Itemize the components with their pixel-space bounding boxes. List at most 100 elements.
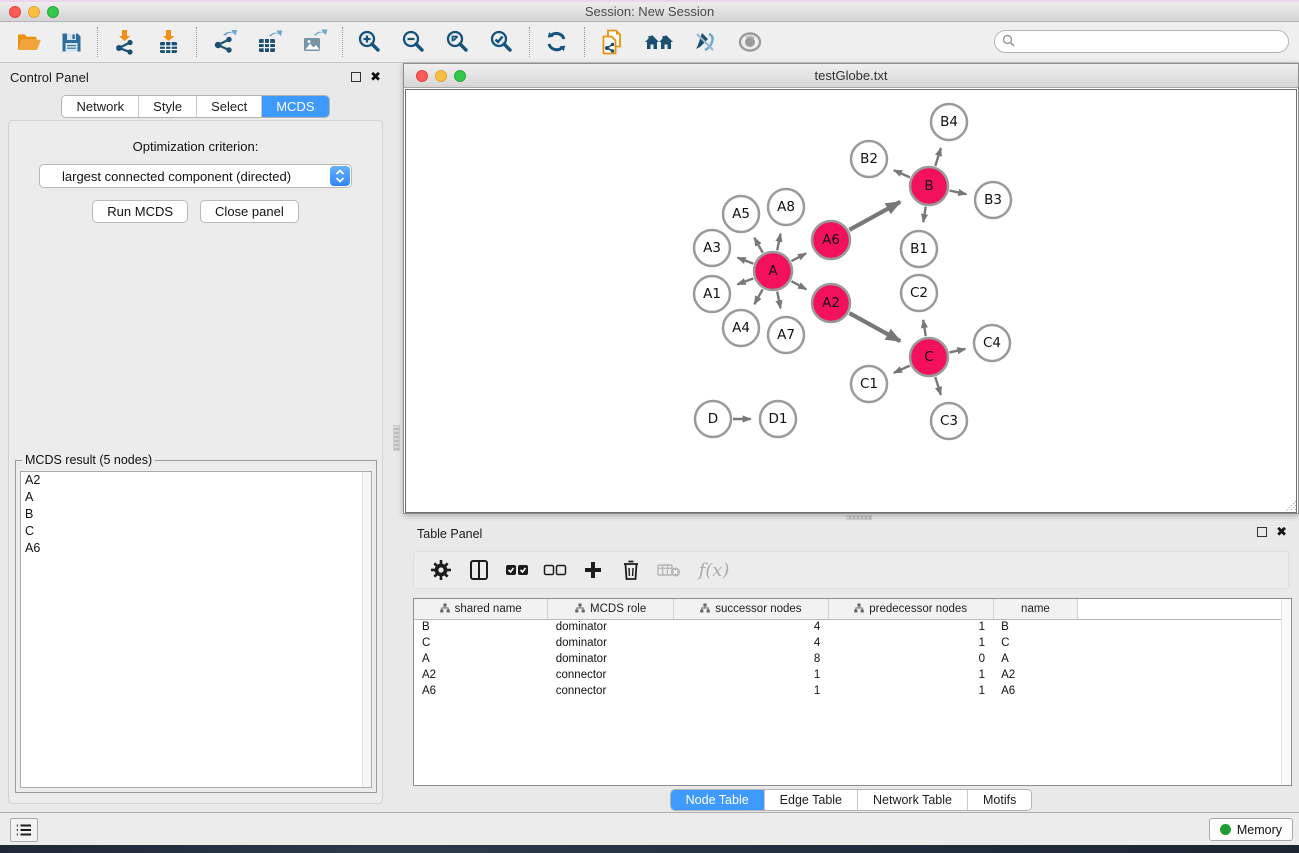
save-session-icon[interactable]: [51, 25, 92, 59]
node-A8[interactable]: A8: [768, 189, 804, 225]
table-row[interactable]: Adominator80A: [414, 651, 1291, 667]
control-tab-mcds[interactable]: MCDS: [262, 96, 328, 117]
column-header-predecessor-nodes[interactable]: predecessor nodes: [828, 599, 993, 619]
vertical-split-divider[interactable]: [391, 63, 403, 812]
select-all-columns-icon[interactable]: [500, 554, 534, 586]
node-B3[interactable]: B3: [975, 182, 1011, 218]
gear-icon[interactable]: [424, 554, 458, 586]
table-row[interactable]: A2connector11A2: [414, 667, 1291, 683]
table-row[interactable]: A6connector11A6: [414, 683, 1291, 699]
mcds-result-item[interactable]: A: [21, 489, 371, 506]
node-B2[interactable]: B2: [851, 141, 887, 177]
edge-B-B4[interactable]: [935, 148, 941, 166]
edge-A-A5[interactable]: [754, 238, 762, 253]
memory-button[interactable]: Memory: [1209, 818, 1293, 841]
node-A[interactable]: A: [754, 252, 792, 290]
mcds-list-scrollbar[interactable]: [362, 472, 371, 787]
node-C[interactable]: C: [910, 338, 948, 376]
node-A2[interactable]: A2: [812, 284, 850, 322]
search-input[interactable]: [994, 30, 1289, 53]
float-table-panel-icon[interactable]: [1257, 527, 1267, 537]
import-network-icon[interactable]: [103, 25, 147, 59]
column-header-successor-nodes[interactable]: successor nodes: [674, 599, 829, 619]
zoom-in-icon[interactable]: [348, 25, 392, 59]
close-window-button[interactable]: [9, 6, 21, 18]
tab-network-table[interactable]: Network Table: [858, 790, 968, 810]
node-A6[interactable]: A6: [812, 221, 850, 259]
edge-A2-C[interactable]: [849, 313, 900, 341]
column-header-shared-name[interactable]: shared name: [414, 599, 548, 619]
edge-A-A7[interactable]: [777, 292, 780, 309]
node-B[interactable]: B: [910, 167, 948, 205]
node-D1[interactable]: D1: [760, 401, 796, 437]
table-row[interactable]: Cdominator41C: [414, 635, 1291, 651]
edge-A-A8[interactable]: [777, 234, 780, 251]
duplicate-network-icon[interactable]: [590, 25, 635, 59]
show-hide-eye-icon[interactable]: [727, 25, 773, 59]
node-A4[interactable]: A4: [723, 310, 759, 346]
tab-motifs[interactable]: Motifs: [968, 790, 1031, 810]
network-canvas[interactable]: B4B2BB3A8A5A6A3B1AC2A1A2A4A7C4CC1DD1C3: [405, 89, 1297, 513]
network-window-titlebar[interactable]: testGlobe.txt: [404, 64, 1298, 88]
zoom-window-button[interactable]: [47, 6, 59, 18]
network-close-button[interactable]: [416, 70, 428, 82]
control-tab-style[interactable]: Style: [139, 96, 197, 117]
mcds-result-item[interactable]: C: [21, 523, 371, 540]
edge-B-B1[interactable]: [923, 207, 925, 222]
edge-B-B2[interactable]: [894, 170, 910, 177]
control-tab-network[interactable]: Network: [62, 96, 139, 117]
mcds-result-list[interactable]: A2ABCA6: [20, 471, 372, 788]
edge-A-A4[interactable]: [754, 289, 762, 304]
edge-C-C1[interactable]: [894, 366, 910, 373]
resize-grip-icon[interactable]: [1283, 498, 1297, 512]
edge-A-A2[interactable]: [791, 281, 806, 289]
zoom-fit-icon[interactable]: [436, 25, 480, 59]
node-B4[interactable]: B4: [931, 104, 967, 140]
open-file-icon[interactable]: [6, 25, 51, 59]
add-column-icon[interactable]: [576, 554, 610, 586]
edge-C-C3[interactable]: [935, 377, 941, 395]
node-table[interactable]: shared nameMCDS rolesuccessor nodesprede…: [413, 598, 1292, 786]
column-header-MCDS-role[interactable]: MCDS role: [548, 599, 674, 619]
network-zoom-button[interactable]: [454, 70, 466, 82]
edge-C-C4[interactable]: [949, 349, 965, 353]
edge-C-C2[interactable]: [923, 320, 926, 336]
unselect-all-columns-icon[interactable]: [538, 554, 572, 586]
task-history-button[interactable]: [10, 818, 38, 842]
edge-A-A6[interactable]: [792, 253, 807, 261]
tab-edge-table[interactable]: Edge Table: [765, 790, 858, 810]
node-C1[interactable]: C1: [851, 366, 887, 402]
export-table-icon[interactable]: [247, 25, 292, 59]
table-row[interactable]: Bdominator41B: [414, 619, 1291, 635]
export-network-icon[interactable]: [202, 25, 247, 59]
node-A3[interactable]: A3: [694, 230, 730, 266]
node-D[interactable]: D: [695, 401, 731, 437]
mcds-result-item[interactable]: A6: [21, 540, 371, 557]
minimize-window-button[interactable]: [28, 6, 40, 18]
split-columns-icon[interactable]: [462, 554, 496, 586]
homes-icon[interactable]: [635, 25, 683, 59]
network-minimize-button[interactable]: [435, 70, 447, 82]
edge-A-A3[interactable]: [737, 258, 753, 264]
refresh-icon[interactable]: [535, 25, 579, 59]
table-scrollbar[interactable]: [1281, 599, 1291, 785]
close-panel-button[interactable]: Close panel: [200, 200, 299, 223]
mcds-result-item[interactable]: A2: [21, 472, 371, 489]
node-C4[interactable]: C4: [974, 325, 1010, 361]
column-header-name[interactable]: name: [993, 599, 1078, 619]
horizontal-split-divider[interactable]: [403, 514, 1299, 521]
annotation-toggle-icon[interactable]: [683, 25, 727, 59]
run-mcds-button[interactable]: Run MCDS: [92, 200, 188, 223]
zoom-selected-icon[interactable]: [480, 25, 524, 59]
mcds-result-item[interactable]: B: [21, 506, 371, 523]
optimization-criterion-select[interactable]: largest connected component (directed): [39, 164, 352, 188]
edge-A6-B[interactable]: [849, 202, 900, 230]
close-table-panel-icon[interactable]: ✖: [1276, 527, 1287, 537]
node-A7[interactable]: A7: [768, 317, 804, 353]
control-tab-select[interactable]: Select: [197, 96, 262, 117]
export-image-icon[interactable]: [292, 25, 337, 59]
tab-node-table[interactable]: Node Table: [671, 790, 765, 810]
node-A5[interactable]: A5: [723, 196, 759, 232]
node-C3[interactable]: C3: [931, 403, 967, 439]
close-panel-icon[interactable]: ✖: [370, 72, 381, 82]
